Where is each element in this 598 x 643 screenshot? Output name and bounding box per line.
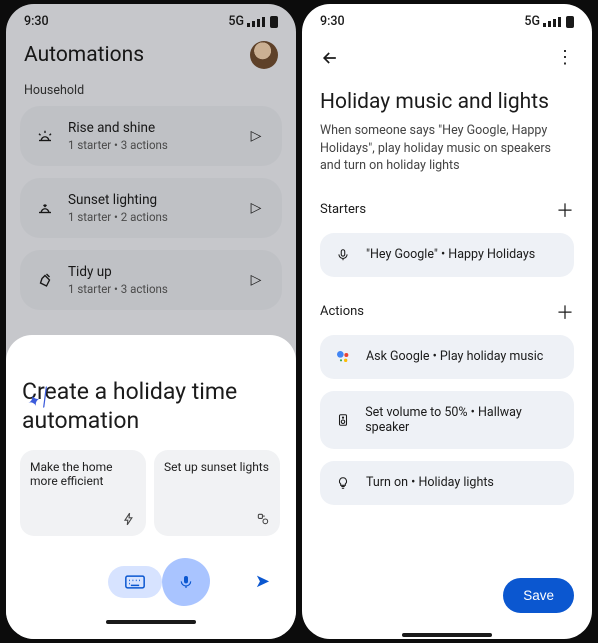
status-bar: 9:30 5G (6, 4, 296, 35)
page-title: Holiday music and lights (320, 90, 574, 114)
page-content: Holiday music and lights When someone sa… (302, 78, 592, 570)
mic-icon (334, 247, 352, 263)
action-card[interactable]: Set volume to 50% • Hallway speaker (320, 391, 574, 449)
play-icon[interactable]: ▷ (244, 200, 268, 216)
automation-card[interactable]: Rise and shine 1 starter • 3 actions ▷ (20, 106, 282, 166)
section-head-starters: Starters ＋ (320, 197, 574, 223)
assistant-icon (334, 349, 352, 365)
add-starter-button[interactable]: ＋ (556, 197, 574, 223)
keyboard-button[interactable] (108, 566, 162, 598)
top-bar: ⋮ (302, 35, 592, 78)
section-head-actions: Actions ＋ (320, 299, 574, 325)
section-label: Starters (320, 202, 366, 217)
status-network: 5G (228, 14, 244, 29)
page-description: When someone says "Hey Google, Happy Hol… (320, 122, 574, 175)
play-icon[interactable]: ▷ (244, 128, 268, 144)
overflow-menu-button[interactable]: ⋮ (552, 43, 578, 72)
sunrise-icon (34, 127, 56, 145)
save-button[interactable]: Save (503, 578, 574, 613)
section-label: Actions (320, 304, 364, 319)
suggestion-chip[interactable]: Set up sunset lights (154, 450, 280, 536)
mic-button[interactable] (162, 558, 210, 606)
phone-automations: 9:30 5G Automations Household Rise and s… (6, 4, 296, 639)
home-indicator[interactable] (402, 633, 492, 637)
status-bar: 9:30 5G (302, 4, 592, 35)
create-sheet: ✦╱ Create a holiday time automation Make… (6, 335, 296, 639)
action-text: Set volume to 50% • Hallway speaker (365, 405, 560, 435)
starter-card[interactable]: "Hey Google" • Happy Holidays (320, 233, 574, 277)
bolt-icon (122, 512, 136, 526)
automation-sub: 1 starter • 3 actions (68, 282, 232, 296)
automation-title: Tidy up (68, 264, 232, 280)
signal-icon (543, 17, 561, 27)
phone-automation-detail: 9:30 5G ⋮ Holiday music and lights When … (302, 4, 592, 639)
status-time: 9:30 (320, 14, 345, 29)
automation-card[interactable]: Tidy up 1 starter • 3 actions ▷ (20, 250, 282, 310)
broom-icon (34, 271, 56, 289)
play-icon[interactable]: ▷ (244, 272, 268, 288)
action-text: Turn on • Holiday lights (366, 475, 494, 490)
suggestion-chip[interactable]: Make the home more efficient (20, 450, 146, 536)
automation-text: Tidy up 1 starter • 3 actions (68, 264, 232, 296)
footer: Save (302, 570, 592, 619)
automation-card[interactable]: Sunset lighting 1 starter • 2 actions ▷ (20, 178, 282, 238)
action-card[interactable]: Turn on • Holiday lights (320, 461, 574, 505)
action-card[interactable]: Ask Google • Play holiday music (320, 335, 574, 379)
back-button[interactable] (316, 44, 344, 72)
status-time: 9:30 (24, 14, 49, 29)
signal-icon (247, 17, 265, 27)
suggestion-label: Set up sunset lights (164, 460, 270, 474)
input-bar: ➤ (20, 558, 282, 606)
battery-icon (566, 16, 574, 28)
send-icon[interactable]: ➤ (255, 571, 270, 592)
sunset-icon (34, 199, 56, 217)
automation-title: Rise and shine (68, 120, 232, 136)
avatar[interactable] (250, 41, 278, 69)
status-right: 5G (228, 14, 278, 29)
status-right: 5G (524, 14, 574, 29)
page-title: Automations (24, 43, 144, 67)
suggestion-label: Make the home more efficient (30, 460, 136, 488)
section-label-household: Household (6, 79, 296, 106)
starter-text: "Hey Google" • Happy Holidays (366, 247, 535, 262)
lightbulb-icon (334, 475, 352, 491)
battery-icon (270, 16, 278, 28)
automation-list: Rise and shine 1 starter • 3 actions ▷ S… (6, 106, 296, 310)
home-indicator[interactable] (106, 620, 196, 624)
action-text: Ask Google • Play holiday music (366, 349, 543, 364)
automation-sub: 1 starter • 2 actions (68, 210, 232, 224)
automation-sub: 1 starter • 3 actions (68, 138, 232, 152)
automation-title: Sunset lighting (68, 192, 232, 208)
routine-icon (256, 512, 270, 526)
status-network: 5G (524, 14, 540, 29)
speaker-icon (334, 412, 351, 428)
header: Automations (6, 35, 296, 79)
add-action-button[interactable]: ＋ (556, 299, 574, 325)
automation-text: Rise and shine 1 starter • 3 actions (68, 120, 232, 152)
suggestion-row[interactable]: Make the home more efficient Set up suns… (20, 450, 282, 536)
automation-text: Sunset lighting 1 starter • 2 actions (68, 192, 232, 224)
